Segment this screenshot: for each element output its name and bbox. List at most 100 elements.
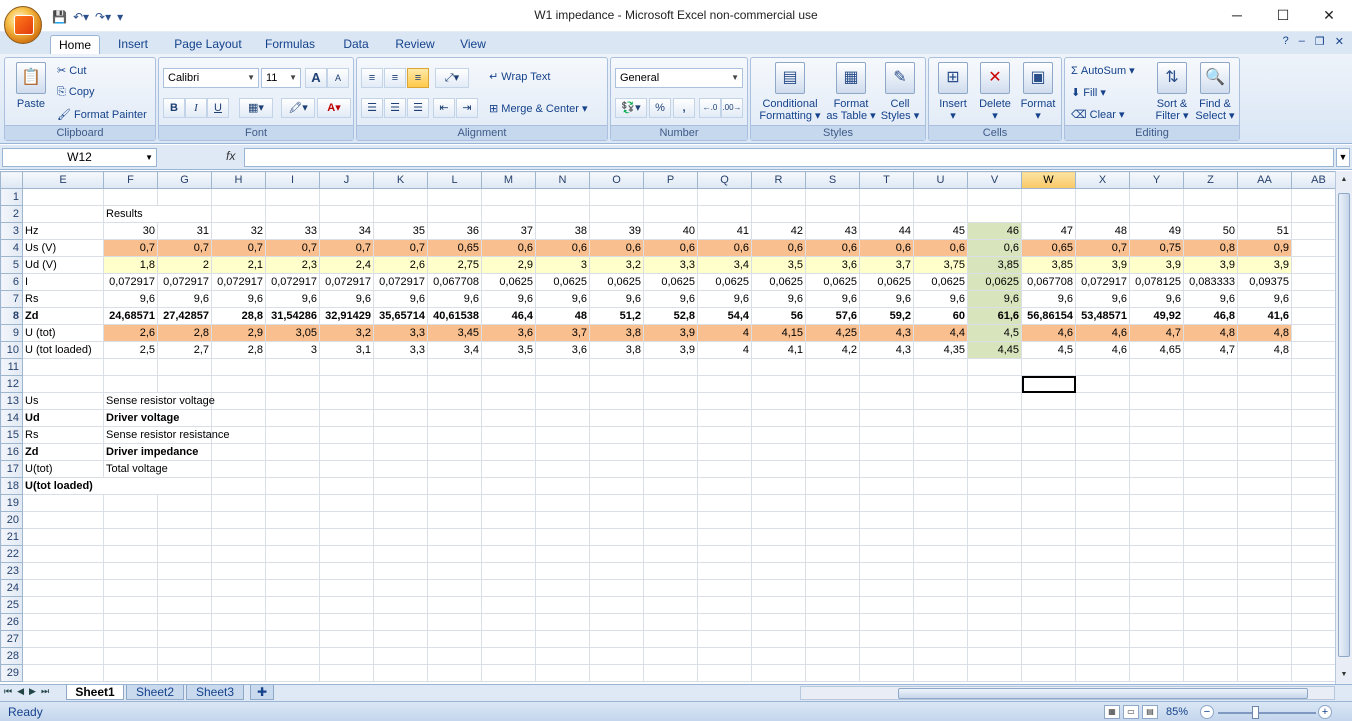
cell[interactable] — [319, 664, 374, 682]
cell[interactable] — [22, 188, 104, 206]
cell[interactable] — [913, 596, 968, 614]
align-left-icon[interactable]: ☰ — [361, 98, 383, 118]
cell[interactable]: 3,3 — [373, 324, 428, 342]
ribbon-close-button[interactable]: ✕ — [1335, 35, 1344, 48]
cell[interactable]: Zd — [22, 307, 104, 325]
cell[interactable] — [1075, 477, 1130, 495]
cell[interactable]: 35,65714 — [373, 307, 428, 325]
cell[interactable] — [319, 545, 374, 563]
cell[interactable] — [1237, 579, 1292, 597]
cell[interactable]: 0,0625 — [535, 273, 590, 291]
cell[interactable] — [1075, 664, 1130, 682]
tab-formulas[interactable]: Formulas — [258, 35, 322, 54]
cell[interactable] — [589, 460, 644, 478]
cell[interactable] — [859, 511, 914, 529]
column-header[interactable]: AA — [1237, 171, 1292, 189]
cell[interactable]: 28,8 — [211, 307, 266, 325]
cell[interactable] — [373, 205, 428, 223]
cell[interactable] — [535, 477, 590, 495]
cell[interactable] — [1183, 375, 1238, 393]
cell[interactable] — [481, 477, 536, 495]
cell[interactable] — [1291, 562, 1335, 580]
cell[interactable] — [751, 511, 806, 529]
cell[interactable] — [427, 613, 482, 631]
cell[interactable]: 9,6 — [589, 290, 644, 308]
row-header[interactable]: 14 — [0, 409, 23, 427]
cell[interactable]: 3,75 — [913, 256, 968, 274]
cell[interactable] — [1291, 460, 1335, 478]
cell[interactable]: 9,6 — [1183, 290, 1238, 308]
cell[interactable]: 4,35 — [913, 341, 968, 359]
cell[interactable] — [1021, 664, 1076, 682]
cell[interactable] — [751, 528, 806, 546]
cell[interactable] — [481, 375, 536, 393]
cell[interactable] — [211, 647, 266, 665]
cell[interactable] — [1237, 596, 1292, 614]
cell[interactable]: 56,86154 — [1021, 307, 1076, 325]
cell[interactable] — [427, 511, 482, 529]
cell[interactable] — [211, 562, 266, 580]
cell[interactable]: 4,6 — [1075, 324, 1130, 342]
cell[interactable]: 3,85 — [967, 256, 1022, 274]
merge-center-button[interactable]: ⊞ Merge & Center ▾ — [489, 102, 588, 115]
cell[interactable] — [211, 477, 266, 495]
cell[interactable]: 9,6 — [805, 290, 860, 308]
cell[interactable]: 43 — [805, 222, 860, 240]
cell[interactable]: 46 — [967, 222, 1022, 240]
sheet-tab-sheet3[interactable]: Sheet3 — [186, 685, 244, 700]
cell[interactable] — [1183, 494, 1238, 512]
cell[interactable] — [859, 409, 914, 427]
cell[interactable] — [211, 443, 266, 461]
row-header[interactable]: 16 — [0, 443, 23, 461]
cell[interactable]: 3,9 — [643, 341, 698, 359]
cell[interactable] — [967, 562, 1022, 580]
cell[interactable] — [1291, 375, 1335, 393]
cell[interactable] — [697, 375, 752, 393]
cell[interactable]: 60 — [913, 307, 968, 325]
cell[interactable]: 4,2 — [805, 341, 860, 359]
cell[interactable]: 0,7 — [265, 239, 320, 257]
align-right-icon[interactable]: ☰ — [407, 98, 429, 118]
cell[interactable] — [1183, 511, 1238, 529]
cell[interactable] — [427, 426, 482, 444]
cell[interactable] — [22, 375, 104, 393]
cell[interactable]: 4 — [697, 324, 752, 342]
cell[interactable] — [481, 579, 536, 597]
sheet-nav-icons[interactable]: ⏮◀▶⏭ — [4, 686, 54, 697]
cell[interactable] — [859, 375, 914, 393]
cell[interactable]: Us (V) — [22, 239, 104, 257]
cell[interactable] — [373, 613, 428, 631]
cell[interactable] — [913, 511, 968, 529]
delete-cells-button[interactable]: ✕ Delete ▾ — [975, 62, 1015, 122]
cell[interactable] — [157, 477, 212, 495]
cell[interactable] — [643, 494, 698, 512]
align-center-icon[interactable]: ☰ — [384, 98, 406, 118]
cell[interactable] — [1129, 443, 1184, 461]
cell[interactable] — [157, 494, 212, 512]
cell[interactable] — [1129, 545, 1184, 563]
cell[interactable] — [1237, 375, 1292, 393]
cell[interactable] — [157, 613, 212, 631]
cell[interactable] — [643, 528, 698, 546]
cell[interactable] — [1291, 188, 1335, 206]
ribbon-minimize-button[interactable]: – — [1299, 35, 1305, 48]
cell[interactable]: 3,5 — [481, 341, 536, 359]
column-header[interactable]: Y — [1129, 171, 1184, 189]
row-header[interactable]: 15 — [0, 426, 23, 444]
cell[interactable]: Zd — [22, 443, 104, 461]
cell[interactable]: 47 — [1021, 222, 1076, 240]
cell[interactable] — [211, 409, 266, 427]
cell[interactable]: 4,5 — [1021, 341, 1076, 359]
cell[interactable] — [589, 392, 644, 410]
cell[interactable] — [697, 205, 752, 223]
cell[interactable]: 4,3 — [859, 324, 914, 342]
cell[interactable] — [427, 392, 482, 410]
cell[interactable]: 0,6 — [913, 239, 968, 257]
cell[interactable] — [805, 528, 860, 546]
cell[interactable] — [751, 460, 806, 478]
cell[interactable] — [1075, 188, 1130, 206]
cell[interactable] — [697, 630, 752, 648]
cell[interactable] — [265, 392, 320, 410]
cell[interactable]: 0,078125 — [1129, 273, 1184, 291]
cell[interactable] — [427, 545, 482, 563]
